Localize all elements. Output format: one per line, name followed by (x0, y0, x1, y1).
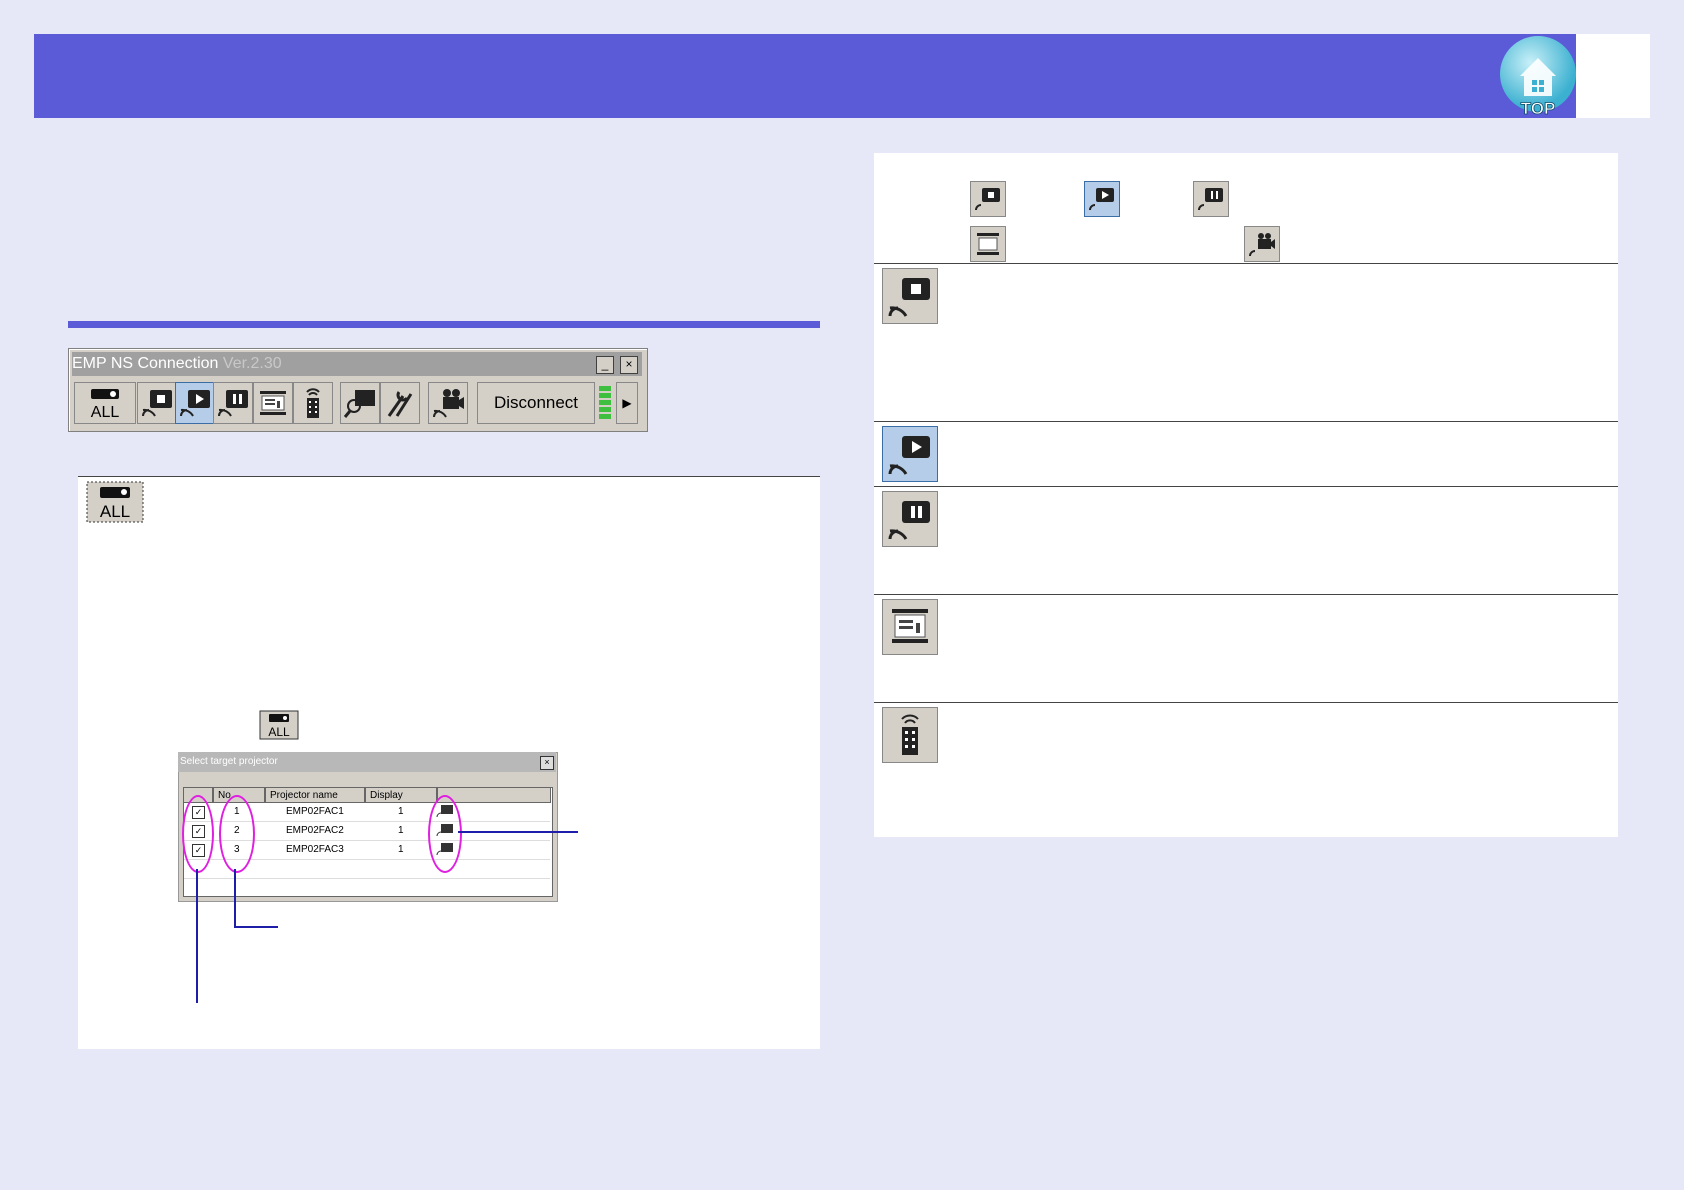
all-projectors-icon-large: ALL (86, 481, 144, 523)
toolbar-title: EMP NS Connection Ver.2.30 (72, 355, 282, 373)
header-movie-icon (1244, 226, 1280, 262)
top-home-icon[interactable]: TOP (1498, 34, 1578, 118)
svg-text:ALL: ALL (100, 502, 130, 521)
row-name-1: EMP02FAC1 (286, 806, 344, 817)
screen-button[interactable] (253, 382, 293, 424)
remote-icon (306, 388, 320, 418)
row-display-3: 1 (398, 844, 404, 855)
row-stop-icon (882, 268, 938, 324)
movie-icon (433, 389, 464, 418)
callout-line-status (458, 831, 578, 833)
callout-line-number (234, 869, 236, 927)
toolbar-version: Ver.2.30 (222, 355, 282, 372)
header-pause-icon (1193, 181, 1229, 217)
callout-line-checkbox (196, 869, 198, 1003)
search-icon (343, 390, 375, 418)
pause-icon (218, 390, 248, 417)
minimize-button[interactable]: _ (596, 356, 614, 374)
tools-button[interactable] (380, 382, 420, 424)
section-rule (68, 321, 820, 328)
remote-button[interactable] (293, 382, 333, 424)
header-band (34, 34, 1576, 118)
all-projectors-icon-inline: ALL (259, 710, 299, 740)
column-header-display[interactable]: Display (365, 787, 437, 803)
status-highlight (428, 795, 462, 873)
stop-button[interactable] (137, 382, 177, 424)
all-projectors-button[interactable]: ALL (74, 382, 136, 424)
row-play-icon (882, 426, 938, 482)
pause-button[interactable] (213, 382, 253, 424)
movie-button[interactable] (428, 382, 468, 424)
row-screen-icon (882, 599, 938, 655)
projector-all-icon: ALL (91, 389, 120, 421)
svg-text:ALL: ALL (91, 404, 120, 421)
play-icon (180, 390, 210, 417)
play-button[interactable] (175, 382, 215, 424)
header-play-icon (1084, 181, 1120, 217)
row-display-2: 1 (398, 825, 404, 836)
row-pause-icon (882, 491, 938, 547)
row-name-3: EMP02FAC3 (286, 844, 344, 855)
tools-icon (387, 391, 413, 417)
chevron-right-icon: ▶ (622, 396, 632, 410)
row-display-1: 1 (398, 806, 404, 817)
toolbar-title-label: EMP NS Connection (72, 355, 219, 372)
number-highlight (219, 795, 255, 873)
row-name-2: EMP02FAC2 (286, 825, 344, 836)
connection-level-meter (599, 386, 611, 420)
page-tab (1576, 34, 1650, 118)
header-screen-icon (970, 226, 1006, 262)
header-stop-icon (970, 181, 1006, 217)
row-remote-icon (882, 707, 938, 763)
dialog-title: Select target projector (180, 756, 278, 767)
checkbox-highlight (182, 795, 214, 873)
disconnect-button[interactable]: Disconnect (477, 382, 595, 424)
screen-icon (260, 391, 286, 415)
callout-line-number-h (234, 926, 278, 928)
expand-arrow-button[interactable]: ▶ (616, 382, 638, 424)
column-header-name[interactable]: Projector name (265, 787, 365, 803)
logo-text: TOP (1521, 99, 1556, 118)
search-button[interactable] (340, 382, 380, 424)
svg-text:ALL: ALL (268, 725, 290, 739)
stop-icon (142, 390, 172, 417)
close-button[interactable]: × (620, 356, 638, 374)
dialog-close-button[interactable]: × (540, 756, 554, 770)
